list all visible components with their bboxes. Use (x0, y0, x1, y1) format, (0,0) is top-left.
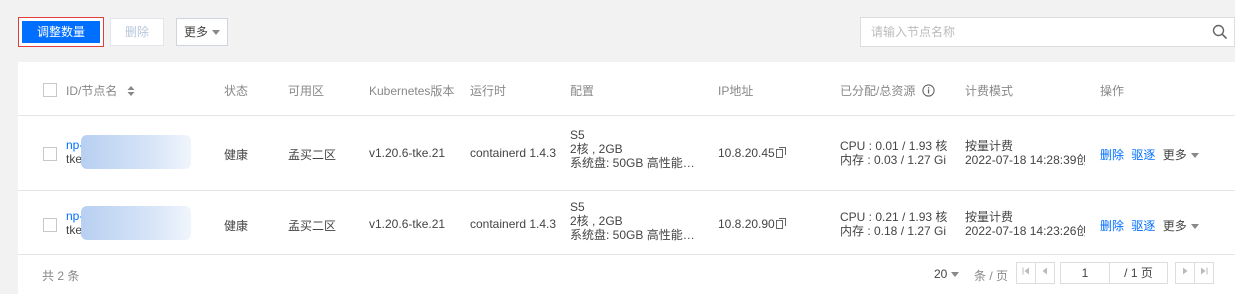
chevron-down-icon (212, 30, 220, 36)
first-page-icon (1022, 267, 1029, 275)
page-number-input[interactable]: 1 (1060, 262, 1110, 284)
page-size-select[interactable]: 20 (934, 267, 960, 281)
actions-cell: 删除 驱逐 更多 (1100, 146, 1199, 163)
adjust-quantity-button[interactable]: 调整数量 (18, 17, 104, 47)
config-spec: 2核 , 2GB (570, 214, 623, 228)
sort-icon[interactable] (127, 86, 135, 96)
first-page-button[interactable] (1016, 262, 1036, 284)
runtime-cell: containerd 1.4.3 (470, 146, 557, 160)
chevron-down-icon (951, 272, 960, 278)
billing-cell: 按量计费 2022-07-18 14:23:26创建 (965, 210, 1085, 238)
header-runtime: 运行时 (470, 84, 507, 98)
header-config: 配置 (570, 84, 595, 98)
search-input[interactable] (861, 18, 1201, 46)
table-header: ID/节点名 状态 可用区 Kubernetes版本 运行时 配置 IP地址 已… (18, 62, 1235, 116)
row-checkbox[interactable] (43, 147, 57, 161)
config-model: S5 (570, 128, 585, 142)
node-table: ID/节点名 状态 可用区 Kubernetes版本 运行时 配置 IP地址 已… (18, 62, 1235, 294)
allocated-cell: CPU : 0.01 / 1.93 核 内存 : 0.03 / 1.27 Gi (840, 139, 947, 167)
last-page-icon (1201, 267, 1208, 275)
allocated-cell: CPU : 0.21 / 1.93 核 内存 : 0.18 / 1.27 Gi (840, 210, 947, 238)
ip-cell: 10.8.20.90 (718, 217, 786, 231)
created-time: 2022-07-18 14:28:39创建 (965, 153, 1085, 167)
next-page-icon (1183, 267, 1188, 275)
header-id-label: ID/节点名 (66, 84, 118, 98)
copy-icon[interactable] (775, 147, 786, 158)
redacted-mask (81, 135, 191, 169)
ip-cell: 10.8.20.45 (718, 146, 786, 160)
memory-usage: 内存 : 0.03 / 1.27 Gi (840, 153, 947, 167)
header-allocated: 已分配/总资源 (840, 82, 935, 99)
select-all-checkbox[interactable] (43, 83, 57, 97)
more-actions-label: 更多 (1162, 148, 1187, 162)
ip-address: 10.8.20.90 (718, 217, 775, 231)
config-cell: S5 2核 , 2GB 系统盘: 50GB 高性能云… (570, 200, 705, 242)
k8s-version-cell: v1.20.6-tke.21 (369, 146, 446, 160)
config-disk: 系统盘: 50GB 高性能云… (570, 228, 705, 242)
more-dropdown-button[interactable]: 更多 (176, 18, 228, 46)
delete-link[interactable]: 删除 (1100, 148, 1124, 162)
evict-link[interactable]: 驱逐 (1131, 219, 1155, 233)
config-model: S5 (570, 200, 585, 214)
search-icon[interactable] (1212, 24, 1228, 40)
header-billing: 计费模式 (965, 84, 1014, 98)
memory-usage: 内存 : 0.18 / 1.27 Gi (840, 224, 947, 238)
billing-mode: 按量计费 (965, 210, 1014, 224)
page-size-unit: 条 / 页 (974, 269, 1009, 283)
config-disk: 系统盘: 50GB 高性能云… (570, 156, 705, 170)
header-actions: 操作 (1100, 84, 1125, 98)
cpu-usage: CPU : 0.21 / 1.93 核 (840, 210, 948, 224)
row-checkbox[interactable] (43, 218, 57, 232)
chevron-down-icon (1190, 224, 1199, 230)
config-spec: 2核 , 2GB (570, 142, 623, 156)
copy-icon[interactable] (775, 218, 786, 229)
actions-cell: 删除 驱逐 更多 (1100, 217, 1199, 234)
more-actions-dropdown[interactable]: 更多 (1163, 219, 1199, 233)
header-id[interactable]: ID/节点名 (66, 82, 135, 99)
config-cell: S5 2核 , 2GB 系统盘: 50GB 高性能云… (570, 128, 705, 170)
last-page-button[interactable] (1194, 262, 1214, 284)
cpu-usage: CPU : 0.01 / 1.93 核 (840, 139, 948, 153)
table-row: np- tke- 健康 孟买二区 v1.20.6-tke.21 containe… (18, 116, 1235, 191)
header-ip: IP地址 (718, 84, 754, 98)
adjust-quantity-label: 调整数量 (22, 21, 100, 43)
zone-cell: 孟买二区 (288, 219, 337, 233)
status-badge: 健康 (224, 219, 249, 233)
header-zone: 可用区 (288, 84, 325, 98)
runtime-cell: containerd 1.4.3 (470, 217, 557, 231)
chevron-down-icon (1190, 153, 1199, 159)
more-label: 更多 (183, 25, 208, 39)
toolbar: 调整数量 删除 更多 (0, 0, 1235, 52)
more-actions-dropdown[interactable]: 更多 (1163, 148, 1199, 162)
total-count: 共 2 条 (42, 269, 80, 283)
delete-button[interactable]: 删除 (110, 18, 164, 46)
evict-link[interactable]: 驱逐 (1131, 148, 1155, 162)
k8s-version-cell: v1.20.6-tke.21 (369, 217, 446, 231)
info-icon[interactable] (922, 84, 935, 97)
prev-page-button[interactable] (1035, 262, 1055, 284)
redacted-mask (81, 206, 191, 240)
zone-cell: 孟买二区 (288, 148, 337, 162)
table-row: np- tke 健康 孟买二区 v1.20.6-tke.21 container… (18, 191, 1235, 255)
delete-link[interactable]: 删除 (1100, 219, 1124, 233)
header-status: 状态 (224, 84, 249, 98)
header-k8s-version: Kubernetes版本 (369, 84, 455, 98)
created-time: 2022-07-18 14:23:26创建 (965, 224, 1085, 238)
prev-page-icon (1042, 267, 1047, 275)
table-footer: 共 2 条 20 条 / 页 1 / 1 页 (18, 254, 1235, 294)
billing-mode: 按量计费 (965, 139, 1014, 153)
ip-address: 10.8.20.45 (718, 146, 775, 160)
next-page-button[interactable] (1175, 262, 1195, 284)
billing-cell: 按量计费 2022-07-18 14:28:39创建 (965, 139, 1085, 167)
header-allocated-label: 已分配/总资源 (840, 84, 916, 98)
total-pages: / 1 页 (1110, 262, 1168, 284)
search-box (860, 17, 1235, 47)
page-size-value: 20 (934, 267, 948, 281)
status-badge: 健康 (224, 148, 249, 162)
more-actions-label: 更多 (1162, 219, 1187, 233)
